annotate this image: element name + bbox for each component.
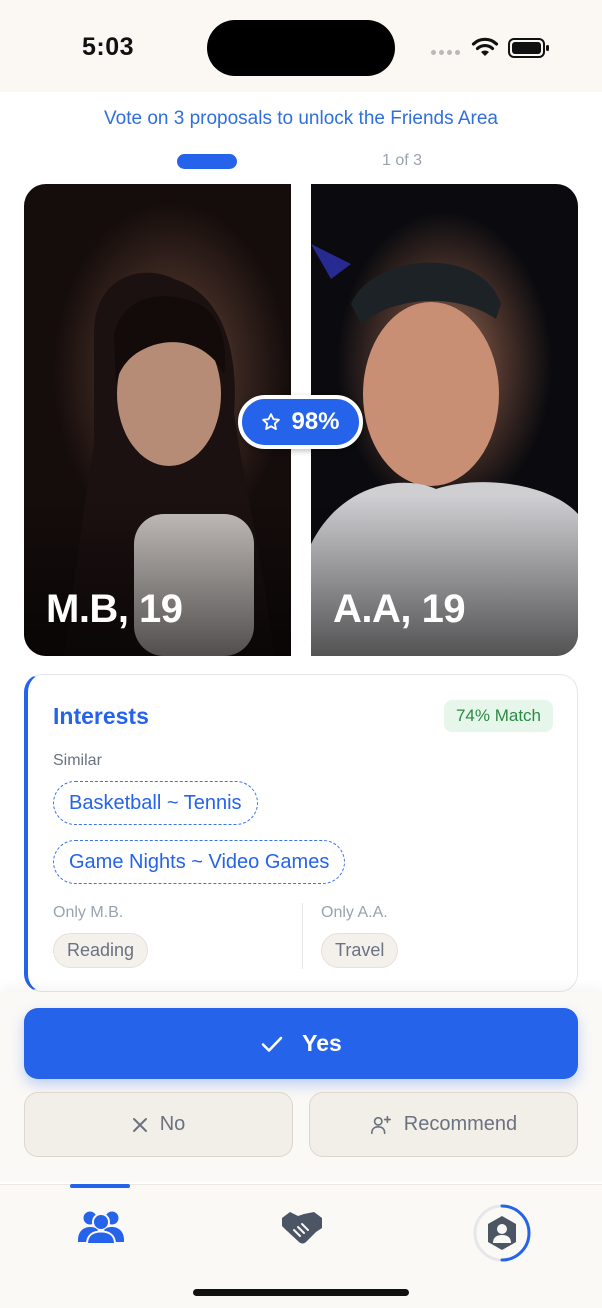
- unlock-message: Vote on 3 proposals to unlock the Friend…: [104, 108, 498, 129]
- dynamic-island: [207, 20, 395, 76]
- similar-label: Similar: [53, 752, 102, 769]
- only-left-label: Only M.B.: [53, 904, 124, 921]
- no-label: No: [159, 1113, 186, 1135]
- only-right-label: Only A.A.: [321, 904, 388, 921]
- interests-card: Interests 74% Match Similar Basketball ~…: [24, 674, 578, 992]
- column-divider: [302, 903, 303, 969]
- status-time: 5:03: [82, 33, 135, 61]
- no-button[interactable]: No: [24, 1092, 293, 1157]
- battery-icon: [508, 38, 549, 58]
- yes-label: Yes: [302, 1030, 342, 1056]
- compatibility-percent: 98%: [291, 408, 340, 435]
- cellular-signal-icon: [431, 50, 460, 55]
- handshake-icon[interactable]: [280, 1206, 324, 1246]
- add-person-icon: [370, 1115, 391, 1134]
- photo-shade: [311, 496, 578, 656]
- wifi-icon: [471, 37, 499, 56]
- status-bar: 5:03: [0, 0, 602, 92]
- recommend-label: Recommend: [403, 1113, 518, 1135]
- people-icon[interactable]: [76, 1206, 126, 1246]
- photo-shade: [24, 496, 291, 656]
- recommend-button[interactable]: Recommend: [309, 1092, 578, 1157]
- unique-interest-chip-right: Travel: [321, 933, 399, 968]
- profile-name-left: M.B, 19: [46, 587, 183, 631]
- progress-indicator: [177, 154, 237, 169]
- close-icon: [132, 1117, 147, 1132]
- star-icon: [262, 413, 281, 430]
- interest-match-badge: 74% Match: [443, 700, 553, 732]
- interests-title: Interests: [53, 703, 149, 729]
- active-tab-indicator: [70, 1184, 130, 1188]
- home-indicator: [193, 1289, 409, 1296]
- yes-button[interactable]: Yes: [24, 1008, 578, 1079]
- similar-interest-chip: Game Nights ~ Video Games: [53, 840, 346, 884]
- profile-name-right: A.A, 19: [333, 587, 466, 631]
- similar-interest-chip: Basketball ~ Tennis: [53, 781, 258, 825]
- progress-count: 1 of 3: [381, 152, 423, 169]
- compatibility-badge: 98%: [238, 395, 363, 449]
- checkmark-icon: [261, 1036, 283, 1052]
- unique-interest-chip-left: Reading: [53, 933, 149, 968]
- profile-shield-icon[interactable]: [471, 1202, 533, 1264]
